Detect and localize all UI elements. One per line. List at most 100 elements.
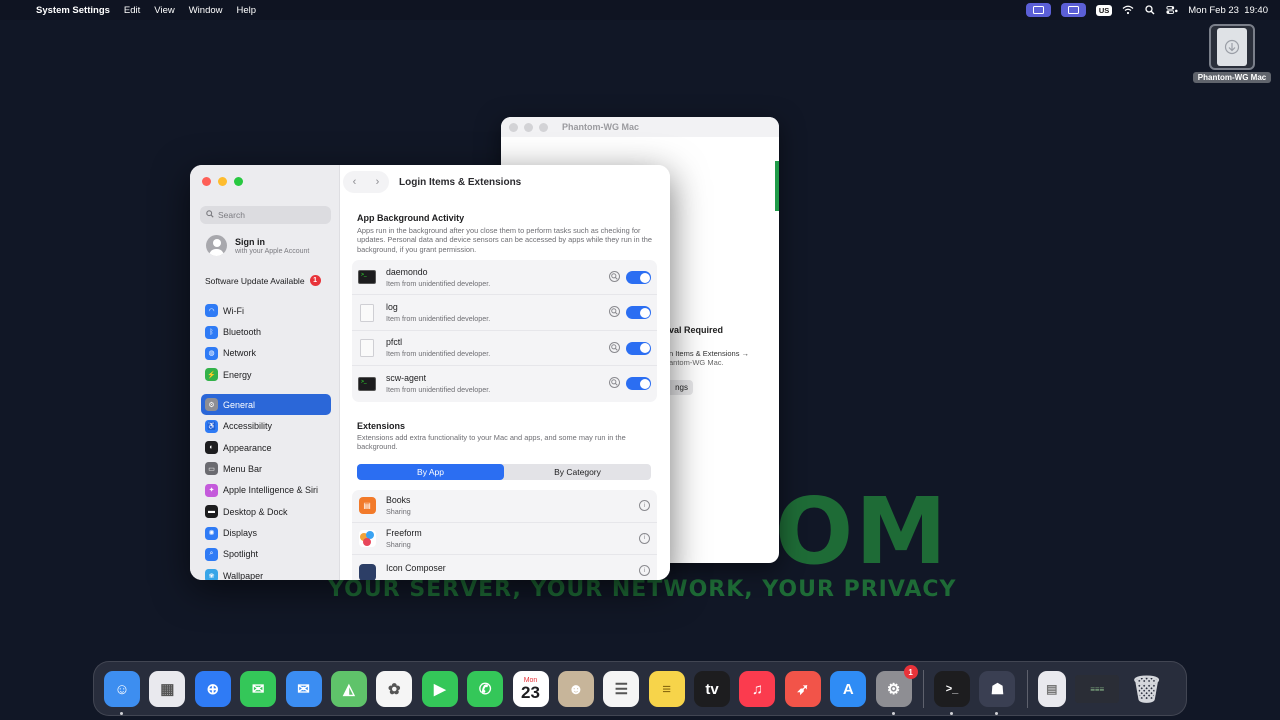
menu-view[interactable]: View	[154, 5, 174, 16]
menu-window[interactable]: Window	[189, 5, 223, 16]
sidebar-item-wallpaper[interactable]: ❀ Wallpaper	[201, 565, 331, 580]
inspect-icon[interactable]	[609, 377, 620, 389]
desktop-disk-item[interactable]: Phantom-WG Mac	[1193, 24, 1271, 84]
dock-phantom-ghost-icon[interactable]: ☗	[979, 671, 1016, 715]
phantom-instruction-line2: antom-WG Mac.	[669, 358, 724, 367]
menubar-clock[interactable]: Mon Feb 23 19:40	[1188, 5, 1268, 16]
background-activity-toggle[interactable]	[626, 341, 651, 355]
phantom-close-button[interactable]	[509, 122, 518, 132]
screen-share-icon[interactable]	[1025, 3, 1051, 17]
info-icon[interactable]: i	[639, 565, 650, 576]
sidebar-search-input[interactable]: Search	[200, 206, 331, 224]
dock-messages-icon[interactable]: ✉	[240, 671, 277, 707]
sidebar-item-label: Network	[223, 348, 257, 359]
close-button[interactable]	[202, 177, 211, 186]
menu-app-name[interactable]: System Settings	[36, 5, 110, 16]
dock-finder-icon[interactable]: ☺	[104, 671, 140, 715]
dock-facetime-icon[interactable]: ▶	[421, 671, 458, 707]
list-item[interactable]: ▤ Books Sharing i	[352, 490, 657, 523]
background-activity-toggle[interactable]	[626, 306, 651, 320]
bg-activity-title: App Background Activity	[357, 213, 465, 223]
info-icon[interactable]: i	[639, 532, 650, 544]
inspect-icon[interactable]	[609, 306, 620, 318]
inspect-icon[interactable]	[609, 271, 620, 282]
software-update-item[interactable]: Software Update Available 1	[205, 275, 321, 286]
phantom-accent-strip	[775, 161, 779, 211]
phantom-minimize-button[interactable]	[524, 122, 533, 132]
dock-document-icon[interactable]: ▤	[1037, 671, 1066, 707]
info-icon[interactable]: i	[639, 500, 650, 511]
dock-minimized-window-icon[interactable]: ≡≡≡	[1075, 675, 1120, 703]
system-settings-window[interactable]: Search Sign in with your Apple Account S…	[190, 165, 670, 580]
sidebar-item-apple-intelligence-siri[interactable]: ✦ Apple Intelligence & Siri	[201, 480, 331, 501]
menu-help[interactable]: Help	[237, 5, 257, 16]
general-icon: ⚙	[205, 398, 218, 412]
dock-calendar-icon[interactable]: Mon 23	[512, 671, 549, 707]
dock-reminders-icon[interactable]: ☰	[603, 671, 640, 707]
inspect-icon[interactable]	[609, 341, 620, 353]
sidebar-item-accessibility[interactable]: ♿ Accessibility	[201, 415, 331, 436]
dock-trash-icon[interactable]: 🗑	[1129, 671, 1165, 707]
segment-by-category[interactable]: By Category	[504, 464, 651, 480]
phantom-approval-heading: val Required	[669, 325, 724, 335]
phantom-titlebar[interactable]: Phantom-WG Mac	[501, 117, 779, 137]
sidebar-item-general[interactable]: ⚙ General	[201, 394, 331, 416]
list-item[interactable]: >_ scw-agent Item from unidentified develo…	[352, 366, 657, 401]
signin-title: Sign in	[235, 236, 265, 247]
dock-maps-icon[interactable]: ◭	[330, 671, 367, 707]
disk-image-icon	[1209, 24, 1255, 70]
phantom-open-settings-button[interactable]: ngs	[666, 380, 693, 395]
sidebar-item-spotlight[interactable]: ⌕ Spotlight	[201, 544, 331, 565]
sidebar-item-network[interactable]: ◍ Network	[201, 343, 331, 364]
minimize-button[interactable]	[218, 177, 227, 186]
desktop-item-label: Phantom-WG Mac	[1193, 72, 1271, 83]
list-item[interactable]: pfctl Item from unidentified developer.	[352, 331, 657, 367]
dock-notes-icon[interactable]: ≡	[648, 671, 685, 707]
dock-photos-icon[interactable]: ✿	[376, 671, 413, 707]
sidebar-item-label: Appearance	[223, 442, 272, 453]
sidebar-item-bluetooth[interactable]: ᛒ Bluetooth	[201, 321, 331, 342]
background-activity-toggle[interactable]	[626, 271, 651, 284]
dock-launchpad-icon[interactable]: ▦	[149, 671, 186, 707]
list-item[interactable]: >_ daemondo Item from unidentified develop…	[352, 260, 657, 296]
icon-composer-app-icon	[358, 563, 376, 580]
control-center-icon[interactable]	[1166, 4, 1178, 16]
apple-intelligence-siri-icon: ✦	[205, 483, 218, 497]
dock-tv-icon[interactable]: tv	[694, 671, 731, 707]
dock-app-store-icon[interactable]: A	[830, 671, 867, 707]
sidebar-item-displays[interactable]: ✺ Displays	[201, 522, 331, 543]
dock-rocket-icon[interactable]: ➶	[784, 671, 821, 707]
dock-phone-icon[interactable]: ✆	[467, 671, 504, 707]
wifi-icon[interactable]	[1122, 4, 1134, 16]
sidebar-item-desktop-dock[interactable]: ▬ Desktop & Dock	[201, 501, 331, 522]
dock-system-settings-icon[interactable]: ⚙ 1	[875, 665, 918, 715]
appearance-icon: ◐	[205, 441, 218, 455]
background-activity-toggle[interactable]	[626, 377, 651, 391]
keyboard-layout-badge[interactable]: US	[1095, 4, 1113, 16]
sidebar-item-label: Accessibility	[223, 421, 273, 432]
sidebar-item-energy[interactable]: ⚡ Energy	[201, 364, 331, 385]
dock-safari-icon[interactable]: ⊕	[194, 671, 231, 707]
list-item[interactable]: Freeform Sharing i	[352, 523, 657, 555]
dock-music-icon[interactable]: ♫	[739, 671, 776, 707]
sidebar-item-menu-bar[interactable]: ▭ Menu Bar	[201, 458, 331, 479]
display-icon[interactable]	[1060, 3, 1086, 17]
back-chevron-icon[interactable]: ‹	[353, 176, 357, 188]
sidebar-item-appearance[interactable]: ◐ Appearance	[201, 437, 331, 458]
extension-name: Freeform	[386, 527, 422, 538]
sidebar-item-wi-fi[interactable]: ◠ Wi-Fi	[201, 300, 331, 321]
dock-contacts-icon[interactable]: ☻	[557, 671, 594, 707]
phantom-instruction-line1: n Items & Extensions →	[669, 349, 750, 358]
dock-mail-icon[interactable]: ✉	[285, 671, 322, 707]
segment-by-app[interactable]: By App	[357, 464, 504, 480]
apple-account-signin[interactable]: Sign in with your Apple Account	[206, 235, 309, 256]
menu-edit[interactable]: Edit	[124, 5, 140, 16]
list-item[interactable]: Icon Composer i	[352, 555, 657, 580]
zoom-button[interactable]	[234, 177, 243, 186]
phantom-zoom-button[interactable]	[539, 122, 548, 132]
dock-terminal-icon[interactable]: >_	[934, 671, 971, 715]
spotlight-search-icon[interactable]	[1144, 4, 1156, 16]
forward-chevron-icon[interactable]: ›	[376, 176, 380, 188]
list-item[interactable]: log Item from unidentified developer.	[352, 295, 657, 331]
extension-type: Sharing	[386, 507, 411, 517]
